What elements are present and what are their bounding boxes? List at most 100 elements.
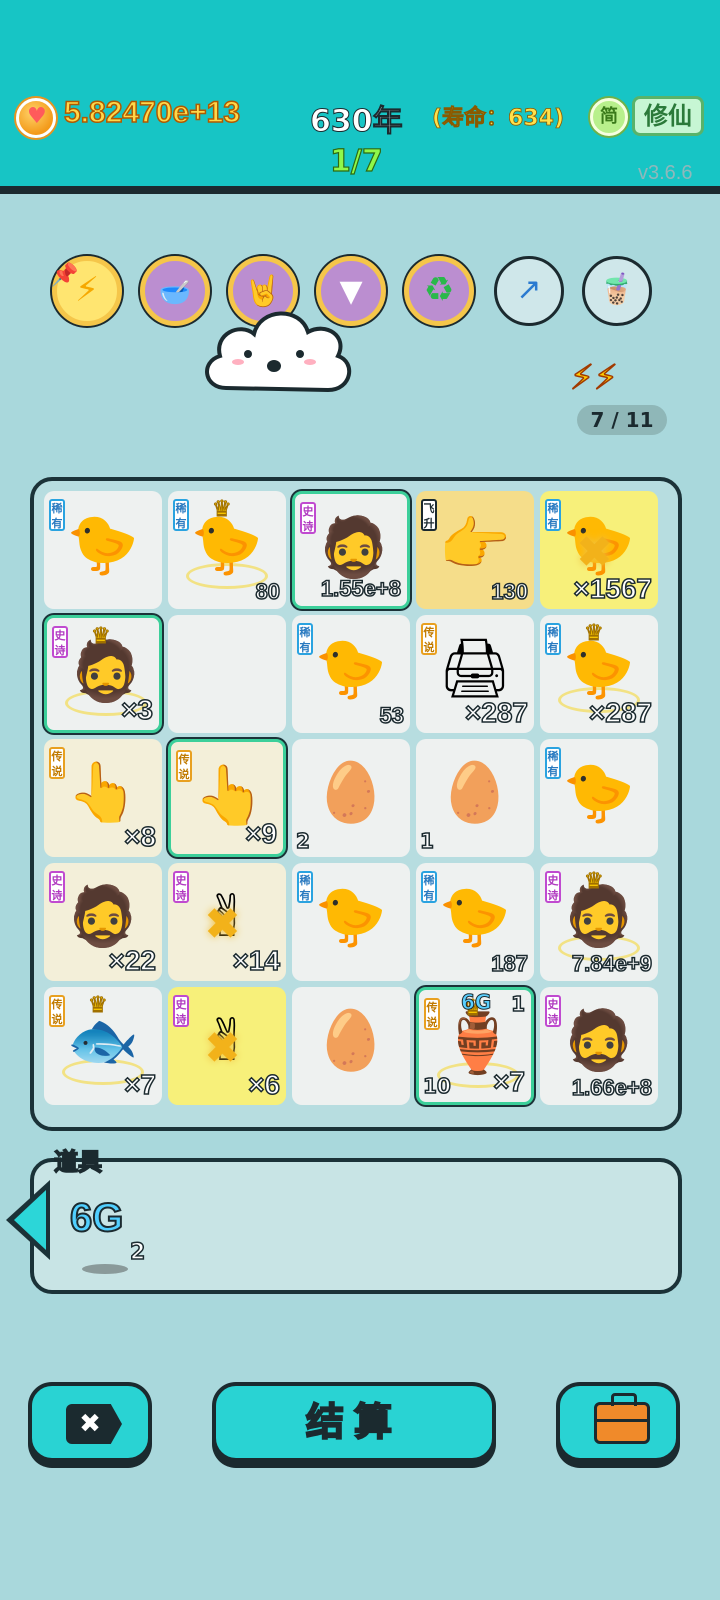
item-6g-label: 6G: [69, 1195, 124, 1241]
rarity-tag: 稀有: [545, 499, 561, 531]
item-count: ×1567: [573, 572, 653, 605]
bubble-tea-skill-button[interactable]: 🧋: [582, 256, 652, 326]
board-cell[interactable]: 🏺 ♛ 传说 ×7 10 1 6G: [416, 987, 534, 1105]
rarity-tag: 稀有: [297, 871, 313, 903]
rarity-tag: 传说: [176, 750, 192, 782]
board-cell[interactable]: 👉 飞升 130: [416, 491, 534, 609]
egg-icon: 🥚: [314, 758, 388, 826]
board-cell[interactable]: 🧔 史诗 1.55e+8: [292, 491, 410, 609]
rarity-tag: 史诗: [49, 871, 65, 903]
cloud-mascot-icon: [205, 311, 352, 393]
item-count: ×7: [492, 1065, 525, 1098]
rarity-tag: 史诗: [545, 995, 561, 1027]
board-cell[interactable]: 🧔 ♛ 史诗 ×3: [44, 615, 162, 733]
x-mark-icon: ✖: [204, 899, 241, 950]
rarity-tag: 飞升: [421, 499, 437, 531]
item-count: 53: [379, 702, 405, 729]
item-count: ×8: [123, 820, 156, 853]
x-mark-icon: ✖: [204, 1023, 241, 1074]
board-cell[interactable]: 👆 传说 ×9: [168, 739, 286, 857]
rarity-tag: 史诗: [545, 871, 561, 903]
rarity-tag: 稀有: [173, 499, 189, 531]
board-cell[interactable]: 🐤 稀有: [540, 739, 658, 857]
recycle-icon: ♻: [423, 270, 455, 310]
board-cell[interactable]: ✌ ✖ 史诗 ×6: [168, 987, 286, 1105]
board-cell[interactable]: 🐤 ♛ 稀有 ×287: [540, 615, 658, 733]
items-title: 道具: [53, 1147, 103, 1177]
rarity-tag: 稀有: [297, 623, 313, 655]
lightning-icon: ⚡: [75, 270, 99, 310]
item-level: 10: [422, 1073, 451, 1099]
crown-icon: ♛: [212, 497, 233, 523]
items-arrow-fill: [14, 1190, 46, 1250]
year-counter: 630年: [310, 104, 404, 140]
rarity-tag: 传说: [421, 623, 437, 655]
board-cell[interactable]: 🐤 稀有: [44, 491, 162, 609]
item-count: ×9: [244, 817, 277, 850]
crown-icon: ♛: [584, 869, 605, 895]
inventory-button[interactable]: [556, 1382, 680, 1462]
item-count: ×287: [464, 696, 529, 729]
board-cell[interactable]: 🖨 传说 ×287: [416, 615, 534, 733]
item-6g-badge: 6G: [460, 990, 492, 1015]
board-cell[interactable]: 🐤 ♛ 稀有 80: [168, 491, 286, 609]
merge-board: 🐤 稀有 🐤 ♛ 稀有 80 🧔 史诗 1.55e+8 👉 飞升 130 🐤 ✖ 稀有 ×1567 🧔 ♛ 史诗 ×3…: [30, 477, 682, 1131]
item-6g[interactable]: 6G: [69, 1195, 124, 1241]
egg-icon: 🥚: [438, 758, 512, 826]
board-cell[interactable]: 🐤 ✖ 稀有 ×1567: [540, 491, 658, 609]
cultivate-button[interactable]: 修仙: [632, 96, 704, 136]
exit-button[interactable]: ✖: [28, 1382, 152, 1462]
item-count: 1.55e+8: [320, 575, 402, 602]
x-mark-icon: ✖: [576, 527, 613, 578]
rarity-tag: 史诗: [52, 626, 68, 658]
stage-progress: 1/7: [329, 143, 383, 179]
board-cell[interactable]: 🐤 稀有: [292, 863, 410, 981]
simplified-toggle-button[interactable]: 简: [590, 98, 628, 136]
board-cell[interactable]: 🐟 ♛ 传说 ×7: [44, 987, 162, 1105]
bubble-tea-icon: 🧋: [598, 272, 636, 307]
item-count: 1: [419, 828, 434, 854]
board-cell[interactable]: 🧔 ♛ 史诗 7.84e+9: [540, 863, 658, 981]
board-cell[interactable]: 🥚 2: [292, 739, 410, 857]
rarity-tag: 稀有: [49, 499, 65, 531]
crown-icon: ♛: [584, 621, 605, 647]
dual-bowls-icon: 🥣: [158, 278, 192, 308]
score-value: 5.82470e+13: [63, 95, 241, 130]
lightning-skill-button[interactable]: 📌 ⚡: [51, 256, 122, 326]
rarity-tag: 稀有: [545, 623, 561, 655]
board-cell[interactable]: 🧔 史诗 1.66e+8: [540, 987, 658, 1105]
item-count: ×287: [588, 696, 653, 729]
item-count: ×14: [232, 944, 281, 977]
item-count: 187: [491, 950, 529, 977]
item-count: 130: [491, 578, 529, 605]
board-cell[interactable]: 🐤 稀有 53: [292, 615, 410, 733]
board-cell[interactable]: ✌ ✖ 史诗 ×14: [168, 863, 286, 981]
board-cell[interactable]: 🐤 稀有 187: [416, 863, 534, 981]
briefcase-icon: [594, 1393, 650, 1444]
egg-icon: 🥚: [314, 1006, 388, 1074]
board-cell[interactable]: [168, 615, 286, 733]
energy-lightning-icon: ⚡⚡: [569, 357, 618, 399]
top-bar-divider: [0, 186, 720, 190]
board-cell[interactable]: 🥚: [292, 987, 410, 1105]
settle-button[interactable]: 结算: [212, 1382, 496, 1462]
rarity-tag: 史诗: [173, 995, 189, 1027]
arrow-up-skill-button[interactable]: ↗: [494, 256, 564, 326]
rarity-tag: 稀有: [545, 747, 561, 779]
rarity-tag: 史诗: [173, 871, 189, 903]
rarity-tag: 传说: [424, 998, 440, 1030]
crown-icon: ♛: [91, 624, 112, 650]
item-count: ×7: [123, 1068, 156, 1101]
board-cell[interactable]: 🧔 史诗 ×22: [44, 863, 162, 981]
rarity-tag: 稀有: [421, 871, 437, 903]
board-cell[interactable]: 👆 传说 ×8: [44, 739, 162, 857]
rarity-tag: 传说: [49, 747, 65, 779]
version-label: v3.6.6: [638, 162, 693, 184]
item-count: 1.66e+8: [571, 1074, 653, 1101]
recycle-skill-button[interactable]: ♻: [404, 256, 474, 326]
item-shadow: [82, 1264, 128, 1274]
board-cell[interactable]: 🥚 1: [416, 739, 534, 857]
item-count: ×6: [247, 1068, 280, 1101]
settle-label: 结算: [305, 1399, 402, 1445]
heart-coin-icon: ♥: [16, 98, 56, 138]
